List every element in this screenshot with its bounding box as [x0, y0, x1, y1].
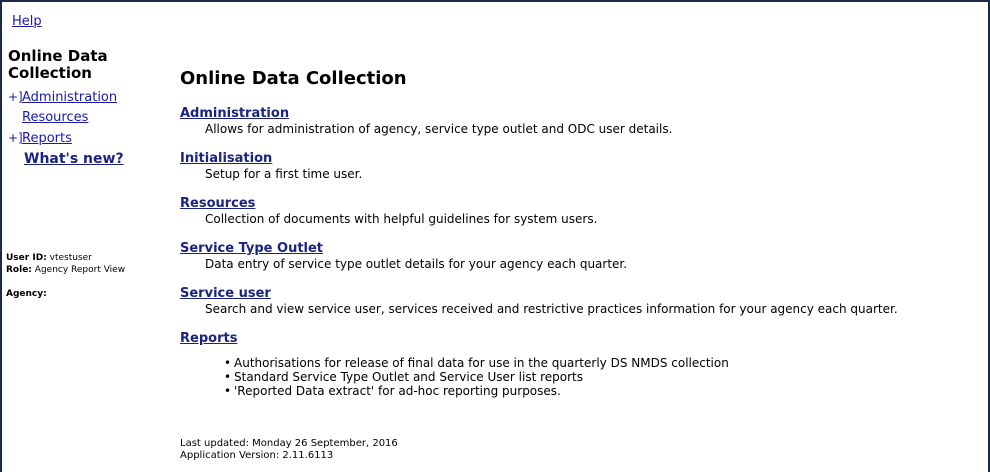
user-id-label: User ID: — [6, 253, 47, 263]
sidebar-title-line1: Online Data — [8, 47, 108, 65]
reports-link[interactable]: Reports — [180, 332, 237, 346]
section-description: Setup for a first time user. — [205, 167, 363, 181]
list-item: • 'Reported Data extract' for ad-hoc repo… — [224, 384, 980, 398]
page-title: Online Data Collection — [180, 68, 407, 89]
reports-list: • Authorisations for release of final dat… — [180, 356, 980, 398]
list-item: • Authorisations for release of final dat… — [224, 356, 980, 370]
sidebar-item-reports[interactable]: +]Reports — [8, 128, 158, 149]
section-description: Search and view service user, services r… — [205, 302, 898, 316]
footer: Last updated: Monday 26 September, 2016 … — [180, 438, 398, 462]
initialisation-link[interactable]: Initialisation — [180, 152, 272, 166]
section-resources: Resources Collection of documents with h… — [180, 192, 980, 227]
app-frame: Help Online Data Collection +]Administra… — [0, 0, 990, 472]
section-description: Allows for administration of agency, ser… — [205, 122, 673, 136]
bullet-icon: • — [224, 370, 232, 384]
user-info: User ID: vtestuser Role: Agency Report V… — [6, 252, 125, 276]
expand-icon[interactable]: +] — [8, 128, 23, 148]
sidebar-item-whats-new[interactable]: What's new? — [8, 149, 158, 170]
section-administration: Administration Allows for administration… — [180, 102, 980, 137]
agency-label: Agency: — [6, 289, 47, 299]
last-updated: Last updated: Monday 26 September, 2016 — [180, 438, 398, 449]
user-id-row: User ID: vtestuser — [6, 252, 125, 264]
list-item-text: 'Reported Data extract' for ad-hoc repor… — [234, 384, 561, 398]
section-service-type-outlet: Service Type Outlet Data entry of servic… — [180, 237, 980, 272]
app-version: Application Version: 2.11.6113 — [180, 450, 334, 461]
help-link[interactable]: Help — [12, 14, 42, 29]
role-row: Role: Agency Report View — [6, 264, 125, 276]
main-content: Online Data Collection Administration Al… — [180, 68, 980, 408]
service-user-link[interactable]: Service user — [180, 287, 271, 301]
resources-link[interactable]: Resources — [180, 197, 255, 211]
role-label: Role: — [6, 265, 32, 275]
role-value: Agency Report View — [34, 265, 126, 275]
sidebar-item-administration[interactable]: +]Administration — [8, 87, 158, 108]
service-type-outlet-link[interactable]: Service Type Outlet — [180, 242, 323, 256]
sidebar: Online Data Collection +]Administration … — [6, 48, 158, 300]
bullet-icon: • — [224, 356, 232, 370]
user-id-value: vtestuser — [49, 253, 92, 263]
section-reports: Reports • Authorisations for release of f… — [180, 327, 980, 399]
sidebar-title-line2: Collection — [8, 64, 92, 82]
sidebar-item-label[interactable]: Resources — [22, 110, 88, 125]
list-item: • Standard Service Type Outlet and Servic… — [224, 370, 980, 384]
list-item-text: Authorisations for release of final data… — [234, 356, 729, 370]
sidebar-item-label[interactable]: Administration — [22, 90, 117, 105]
expand-icon[interactable]: +] — [8, 87, 23, 107]
section-initialisation: Initialisation Setup for a first time us… — [180, 147, 980, 182]
list-item-text: Standard Service Type Outlet and Service… — [234, 370, 584, 384]
sidebar-item-label[interactable]: What's new? — [24, 151, 124, 167]
administration-link[interactable]: Administration — [180, 107, 289, 121]
sidebar-item-resources[interactable]: Resources — [8, 108, 158, 128]
section-service-user: Service user Search and view service use… — [180, 282, 980, 317]
section-description: Data entry of service type outlet detail… — [205, 257, 628, 271]
bullet-icon: • — [224, 384, 232, 398]
sidebar-item-label[interactable]: Reports — [22, 131, 72, 146]
section-description: Collection of documents with helpful gui… — [205, 212, 598, 226]
sidebar-title: Online Data Collection — [8, 48, 158, 82]
